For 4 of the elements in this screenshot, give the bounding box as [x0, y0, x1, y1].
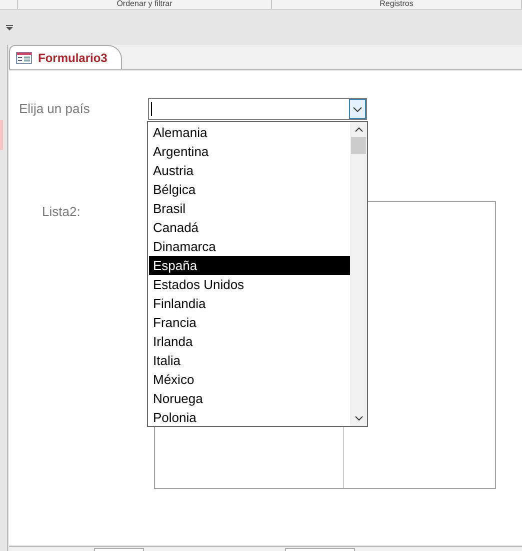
- combo-label: Elija un país: [19, 100, 90, 118]
- ribbon-group-label: Ordenar y filtrar: [116, 0, 172, 9]
- ribbon-group-label: Registros: [380, 0, 414, 9]
- list-label: Lista2:: [42, 203, 80, 221]
